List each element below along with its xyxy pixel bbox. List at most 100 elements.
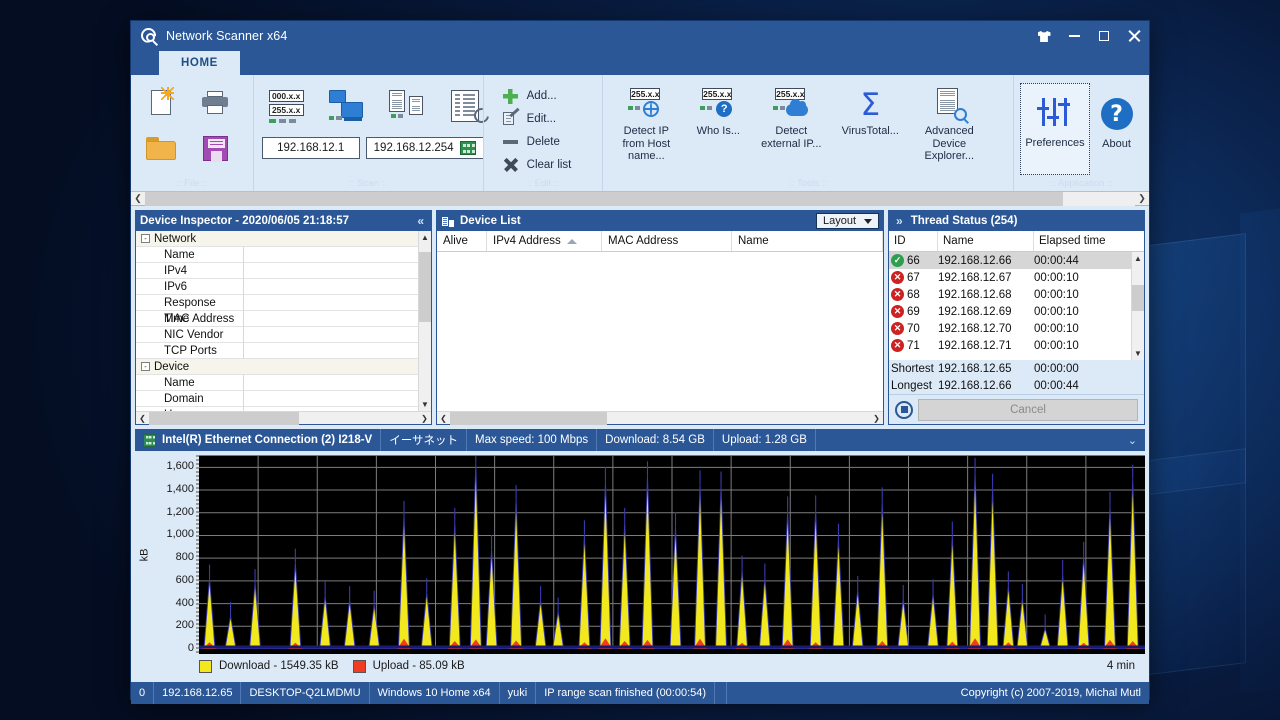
scroll-up-icon[interactable]: ▲	[1132, 252, 1145, 265]
scroll-down-icon[interactable]: ▼	[1132, 347, 1145, 360]
scan-network-button[interactable]	[320, 81, 376, 133]
inspector-row[interactable]: Name	[136, 374, 418, 391]
expander-icon[interactable]: -	[141, 362, 150, 371]
inspector-hscroll-thumb[interactable]	[149, 411, 299, 425]
inspector-row-value[interactable]	[244, 295, 418, 311]
column-header-mac[interactable]: MAC Address	[602, 231, 732, 251]
scroll-right-icon[interactable]: ❯	[418, 414, 431, 423]
ribbon-scroll-thumb[interactable]	[145, 191, 1063, 206]
edit-button[interactable]: Edit...	[500, 107, 583, 130]
inspector-scroll-thumb[interactable]	[418, 252, 431, 322]
ip-from-input[interactable]: 192.168.12.1	[261, 137, 360, 159]
whois-button[interactable]: 255.x.x ? Who Is...	[683, 83, 753, 191]
thread-scroll-thumb[interactable]	[1131, 285, 1144, 311]
inspector-row[interactable]: Name	[136, 246, 418, 263]
device-list-horizontal-scrollbar[interactable]: ❮ ❯	[437, 411, 883, 425]
thread-row[interactable]: ✓ 66 192.168.12.66 00:00:44	[889, 252, 1131, 269]
inspector-row-value[interactable]	[244, 407, 418, 412]
inspector-row-value[interactable]	[244, 327, 418, 343]
scroll-left-icon[interactable]: ❮	[131, 193, 145, 204]
preferences-button[interactable]: Preferences	[1020, 83, 1090, 175]
skin-button[interactable]	[1029, 21, 1059, 51]
inspector-row-value[interactable]	[244, 247, 418, 263]
scroll-down-icon[interactable]: ▼	[419, 398, 432, 411]
tab-home[interactable]: HOME	[159, 51, 240, 75]
detect-ip-from-host-button[interactable]: 255.x.x Detect IP from Host name...	[609, 83, 683, 191]
virustotal-button[interactable]: Σ VirusTotal...	[829, 83, 911, 191]
inspector-row-value[interactable]	[244, 343, 418, 359]
scroll-right-icon[interactable]: ❯	[1135, 193, 1149, 204]
scroll-left-icon[interactable]: ❮	[136, 414, 149, 423]
edit-label: Edit...	[526, 113, 557, 125]
inspector-row[interactable]: MAC Address	[136, 310, 418, 327]
column-header-elapsed[interactable]: Elapsed time	[1034, 231, 1144, 251]
inspector-group-network[interactable]: - Network	[136, 231, 418, 247]
ip-calculator-icon[interactable]	[459, 141, 476, 155]
scroll-left-icon[interactable]: ❮	[437, 414, 450, 423]
ribbon-scroll-track[interactable]	[145, 191, 1135, 206]
inspector-group-device[interactable]: - Device	[136, 359, 418, 375]
inspector-row-value[interactable]	[244, 375, 418, 391]
column-header-id[interactable]: ID	[889, 231, 938, 251]
expander-icon[interactable]: -	[141, 234, 150, 243]
column-header-ipv4[interactable]: IPv4 Address	[487, 231, 602, 251]
thread-row[interactable]: ✕ 70 192.168.12.70 00:00:10	[889, 320, 1131, 337]
adapter-name-segment[interactable]: Intel(R) Ethernet Connection (2) I218-V	[135, 429, 382, 451]
inspector-row[interactable]: TCP Ports	[136, 342, 418, 359]
thread-row[interactable]: ✕ 67 192.168.12.67 00:00:10	[889, 269, 1131, 286]
inspector-row[interactable]: IPv6	[136, 278, 418, 295]
device-list-rows[interactable]	[437, 252, 883, 411]
save-button[interactable]	[193, 127, 237, 169]
inspector-horizontal-scrollbar[interactable]: ❮ ❯	[136, 411, 431, 425]
double-chevron-right-icon[interactable]: »	[893, 214, 906, 228]
ip-to-input[interactable]: 192.168.12.254	[365, 137, 484, 159]
folder-open-icon	[146, 136, 176, 160]
inspector-row[interactable]: NIC Vendor	[136, 326, 418, 343]
inspector-row[interactable]: User	[136, 406, 418, 412]
stop-icon[interactable]	[895, 400, 913, 419]
open-button[interactable]	[139, 127, 183, 169]
inspector-row-value[interactable]	[244, 279, 418, 295]
scroll-right-icon[interactable]: ❯	[870, 414, 883, 423]
thread-vertical-scrollbar[interactable]: ▲ ▼	[1131, 252, 1144, 360]
inspector-row-value[interactable]	[244, 391, 418, 407]
inspector-scroll-track[interactable]	[418, 244, 431, 398]
maximize-button[interactable]	[1089, 21, 1119, 51]
advanced-device-explorer-button[interactable]: Advanced Device Explorer...	[911, 83, 987, 191]
double-chevron-down-icon[interactable]: ⌄	[1128, 434, 1145, 447]
device-list-hscroll-track[interactable]	[450, 411, 870, 425]
double-chevron-left-icon[interactable]: «	[414, 214, 427, 228]
inspector-row-value[interactable]	[244, 263, 418, 279]
inspector-row[interactable]: Response Time	[136, 294, 418, 325]
inspector-row[interactable]: Domain	[136, 390, 418, 407]
add-button[interactable]: Add...	[500, 85, 583, 107]
thread-row[interactable]: ✕ 71 192.168.12.71 00:00:10	[889, 337, 1131, 354]
print-button[interactable]	[193, 81, 237, 123]
inspector-row[interactable]: IPv4	[136, 262, 418, 279]
new-button[interactable]	[139, 81, 183, 123]
column-header-name[interactable]: Name	[938, 231, 1034, 251]
about-button[interactable]: ? About	[1090, 83, 1143, 191]
cancel-button[interactable]: Cancel	[918, 398, 1138, 421]
column-header-alive[interactable]: Alive	[437, 231, 487, 251]
minimize-button[interactable]	[1059, 21, 1089, 51]
ip-range-icon: 000.x.x 255.x.x	[267, 90, 309, 124]
inspector-row-value[interactable]	[244, 311, 418, 327]
column-header-name[interactable]: Name	[732, 231, 883, 251]
thread-row[interactable]: ✕ 68 192.168.12.68 00:00:10	[889, 286, 1131, 303]
device-list-hscroll-thumb[interactable]	[450, 411, 607, 425]
thread-row[interactable]: ✕ 69 192.168.12.69 00:00:10	[889, 303, 1131, 320]
thread-list[interactable]: ✓ 66 192.168.12.66 00:00:44 ✕ 67 192.168.12.67…	[889, 252, 1144, 360]
clear-list-button[interactable]: Clear list	[500, 154, 583, 176]
layout-dropdown[interactable]: Layout	[815, 213, 879, 229]
thread-scroll-track[interactable]	[1131, 265, 1144, 347]
inspector-hscroll-track[interactable]	[149, 411, 418, 425]
ip-range-button[interactable]: 000.x.x 255.x.x	[260, 81, 316, 133]
inspector-vertical-scrollbar[interactable]: ▲ ▼	[418, 231, 431, 411]
ribbon-scrollbar[interactable]: ❮ ❯	[131, 191, 1149, 206]
delete-button[interactable]: Delete	[500, 131, 583, 153]
scan-servers-button[interactable]	[380, 81, 436, 133]
detect-external-ip-button[interactable]: 255.x.x Detect external IP...	[753, 83, 829, 191]
scroll-up-icon[interactable]: ▲	[419, 231, 432, 244]
close-button[interactable]	[1119, 21, 1149, 51]
